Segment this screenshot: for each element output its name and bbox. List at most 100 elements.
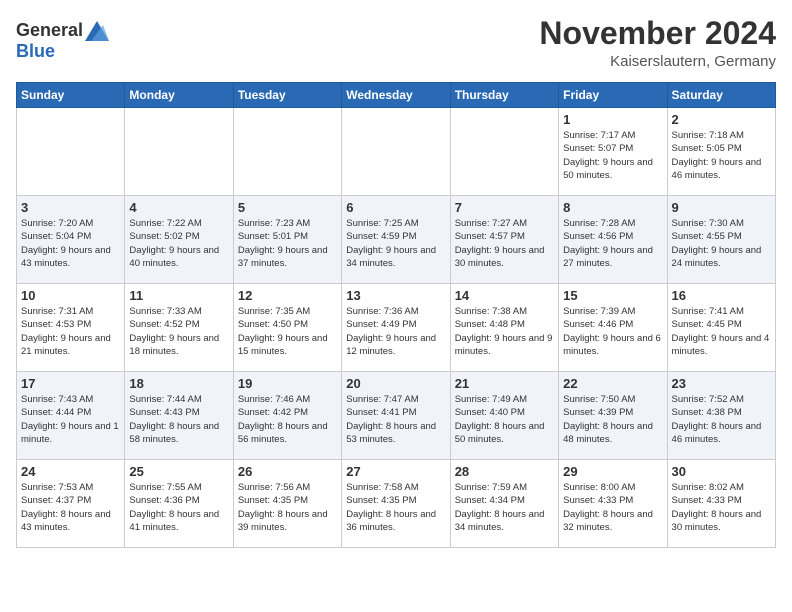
col-sunday: Sunday [17,83,125,108]
day-cell: 15 Sunrise: 7:39 AMSunset: 4:46 PMDayligh… [559,284,667,372]
day-cell: 23 Sunrise: 7:52 AMSunset: 4:38 PMDayligh… [667,372,775,460]
day-info: Sunrise: 7:22 AMSunset: 5:02 PMDaylight:… [129,217,228,270]
day-info: Sunrise: 7:47 AMSunset: 4:41 PMDaylight:… [346,393,445,446]
day-number: 12 [238,288,337,303]
day-number: 17 [21,376,120,391]
day-cell: 28 Sunrise: 7:59 AMSunset: 4:34 PMDayligh… [450,460,558,548]
day-number: 4 [129,200,228,215]
day-cell: 25 Sunrise: 7:55 AMSunset: 4:36 PMDayligh… [125,460,233,548]
day-cell [233,108,341,196]
day-info: Sunrise: 7:46 AMSunset: 4:42 PMDaylight:… [238,393,337,446]
day-number: 21 [455,376,554,391]
day-info: Sunrise: 7:49 AMSunset: 4:40 PMDaylight:… [455,393,554,446]
day-cell: 18 Sunrise: 7:44 AMSunset: 4:43 PMDayligh… [125,372,233,460]
day-info: Sunrise: 7:44 AMSunset: 4:43 PMDaylight:… [129,393,228,446]
day-info: Sunrise: 7:31 AMSunset: 4:53 PMDaylight:… [21,305,120,358]
day-cell: 3 Sunrise: 7:20 AMSunset: 5:04 PMDaylight… [17,196,125,284]
day-info: Sunrise: 7:52 AMSunset: 4:38 PMDaylight:… [672,393,771,446]
day-info: Sunrise: 7:50 AMSunset: 4:39 PMDaylight:… [563,393,662,446]
day-info: Sunrise: 7:43 AMSunset: 4:44 PMDaylight:… [21,393,120,446]
day-number: 26 [238,464,337,479]
day-number: 14 [455,288,554,303]
day-number: 22 [563,376,662,391]
day-info: Sunrise: 7:55 AMSunset: 4:36 PMDaylight:… [129,481,228,534]
day-info: Sunrise: 7:27 AMSunset: 4:57 PMDaylight:… [455,217,554,270]
day-number: 10 [21,288,120,303]
day-number: 27 [346,464,445,479]
day-cell [450,108,558,196]
logo-icon [85,21,109,41]
day-number: 30 [672,464,771,479]
day-cell: 19 Sunrise: 7:46 AMSunset: 4:42 PMDayligh… [233,372,341,460]
header: General Blue November 2024 Kaiserslauter… [16,16,776,70]
day-info: Sunrise: 7:53 AMSunset: 4:37 PMDaylight:… [21,481,120,534]
day-number: 24 [21,464,120,479]
day-info: Sunrise: 8:00 AMSunset: 4:33 PMDaylight:… [563,481,662,534]
logo-blue-text: Blue [16,41,55,62]
day-cell: 13 Sunrise: 7:36 AMSunset: 4:49 PMDayligh… [342,284,450,372]
day-number: 13 [346,288,445,303]
day-number: 7 [455,200,554,215]
day-number: 15 [563,288,662,303]
week-row-1: 1Sunrise: 7:17 AMSunset: 5:07 PMDaylight… [17,108,776,196]
day-number: 6 [346,200,445,215]
day-number: 16 [672,288,771,303]
day-cell: 4 Sunrise: 7:22 AMSunset: 5:02 PMDaylight… [125,196,233,284]
day-cell: 20Sunrise: 7:47 AMSunset: 4:41 PMDayligh… [342,372,450,460]
day-number: 23 [672,376,771,391]
week-row-5: 24 Sunrise: 7:53 AMSunset: 4:37 PMDayligh… [17,460,776,548]
day-cell [17,108,125,196]
day-cell: 16 Sunrise: 7:41 AMSunset: 4:45 PMDayligh… [667,284,775,372]
logo-general-text: General [16,20,83,41]
day-info: Sunrise: 7:59 AMSunset: 4:34 PMDaylight:… [455,481,554,534]
day-info: Sunrise: 7:35 AMSunset: 4:50 PMDaylight:… [238,305,337,358]
day-info: Sunrise: 7:20 AMSunset: 5:04 PMDaylight:… [21,217,120,270]
day-cell: 27 Sunrise: 7:58 AMSunset: 4:35 PMDayligh… [342,460,450,548]
day-info: Sunrise: 7:36 AMSunset: 4:49 PMDaylight:… [346,305,445,358]
day-cell: 29 Sunrise: 8:00 AMSunset: 4:33 PMDayligh… [559,460,667,548]
day-info: Sunrise: 7:58 AMSunset: 4:35 PMDaylight:… [346,481,445,534]
month-title: November 2024 [539,16,776,51]
day-info: Sunrise: 7:23 AMSunset: 5:01 PMDaylight:… [238,217,337,270]
day-info: Sunrise: 7:41 AMSunset: 4:45 PMDaylight:… [672,305,771,358]
day-cell: 6 Sunrise: 7:25 AMSunset: 4:59 PMDaylight… [342,196,450,284]
col-friday: Friday [559,83,667,108]
day-info: Sunrise: 7:18 AMSunset: 5:05 PMDaylight:… [672,129,771,182]
day-cell: 30Sunrise: 8:02 AMSunset: 4:33 PMDayligh… [667,460,775,548]
day-cell: 10 Sunrise: 7:31 AMSunset: 4:53 PMDayligh… [17,284,125,372]
day-cell: 24 Sunrise: 7:53 AMSunset: 4:37 PMDayligh… [17,460,125,548]
day-info: Sunrise: 7:33 AMSunset: 4:52 PMDaylight:… [129,305,228,358]
day-cell: 14Sunrise: 7:38 AMSunset: 4:48 PMDayligh… [450,284,558,372]
day-cell: 17 Sunrise: 7:43 AMSunset: 4:44 PMDayligh… [17,372,125,460]
day-info: Sunrise: 7:39 AMSunset: 4:46 PMDaylight:… [563,305,662,358]
calendar-container: General Blue November 2024 Kaiserslauter… [0,0,792,558]
day-cell: 9Sunrise: 7:30 AMSunset: 4:55 PMDaylight… [667,196,775,284]
day-number: 28 [455,464,554,479]
day-number: 3 [21,200,120,215]
day-number: 18 [129,376,228,391]
day-cell [342,108,450,196]
day-info: Sunrise: 7:56 AMSunset: 4:35 PMDaylight:… [238,481,337,534]
day-number: 9 [672,200,771,215]
day-cell: 26 Sunrise: 7:56 AMSunset: 4:35 PMDayligh… [233,460,341,548]
day-cell: 21 Sunrise: 7:49 AMSunset: 4:40 PMDayligh… [450,372,558,460]
col-thursday: Thursday [450,83,558,108]
day-number: 8 [563,200,662,215]
day-cell: 11Sunrise: 7:33 AMSunset: 4:52 PMDayligh… [125,284,233,372]
day-number: 19 [238,376,337,391]
day-info: Sunrise: 7:25 AMSunset: 4:59 PMDaylight:… [346,217,445,270]
col-wednesday: Wednesday [342,83,450,108]
day-number: 5 [238,200,337,215]
header-row: Sunday Monday Tuesday Wednesday Thursday… [17,83,776,108]
day-info: Sunrise: 7:17 AMSunset: 5:07 PMDaylight:… [563,129,662,182]
week-row-2: 3 Sunrise: 7:20 AMSunset: 5:04 PMDaylight… [17,196,776,284]
day-number: 25 [129,464,228,479]
week-row-3: 10 Sunrise: 7:31 AMSunset: 4:53 PMDayligh… [17,284,776,372]
day-number: 29 [563,464,662,479]
calendar-table: Sunday Monday Tuesday Wednesday Thursday… [16,82,776,548]
day-cell: 22 Sunrise: 7:50 AMSunset: 4:39 PMDayligh… [559,372,667,460]
title-section: November 2024 Kaiserslautern, Germany [539,16,776,70]
day-info: Sunrise: 7:28 AMSunset: 4:56 PMDaylight:… [563,217,662,270]
col-monday: Monday [125,83,233,108]
day-cell: 8 Sunrise: 7:28 AMSunset: 4:56 PMDaylight… [559,196,667,284]
